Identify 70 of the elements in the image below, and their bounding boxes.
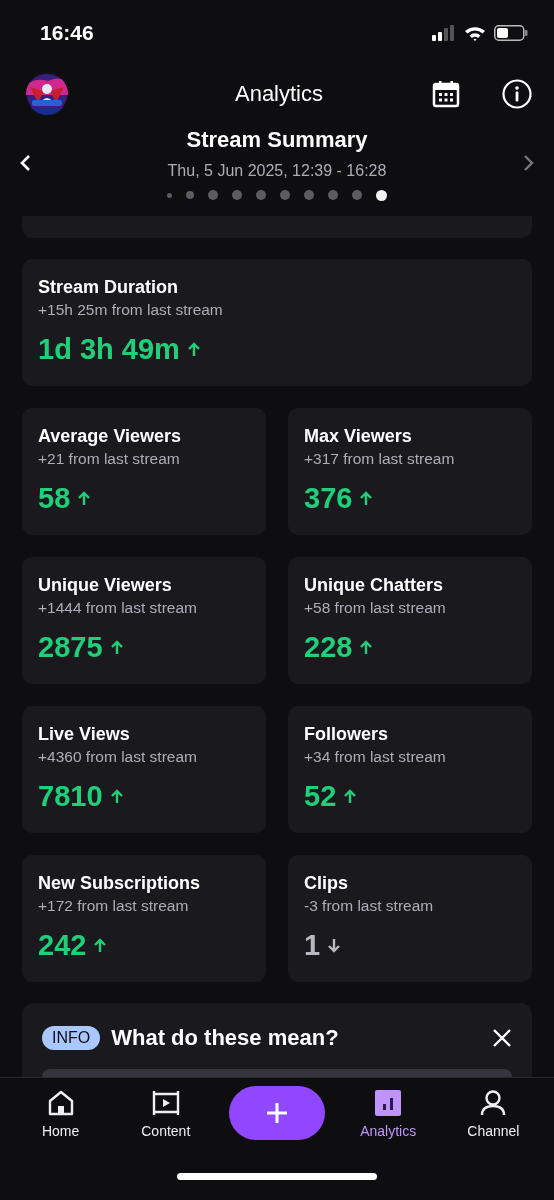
arrow-up-icon: [360, 639, 373, 655]
arrow-up-icon: [344, 788, 357, 804]
arrow-up-icon: [360, 490, 373, 506]
metric-change: +4360 from last stream: [38, 747, 198, 767]
metric-change: +21 from last stream: [38, 449, 181, 469]
person-icon: [479, 1089, 508, 1117]
nav-tab[interactable]: Analytics: [346, 1085, 431, 1143]
arrow-up-icon: [78, 490, 91, 506]
page-dot[interactable]: [328, 190, 338, 200]
metric-title: Stream Duration: [38, 276, 180, 299]
metric-value: 2875: [38, 630, 103, 665]
page-dot[interactable]: [280, 190, 290, 200]
info-title: What do these mean?: [111, 1025, 340, 1051]
metric-value: 242: [38, 928, 87, 963]
summary-title: Stream Summary: [186, 126, 368, 154]
metric-value: 1d 3h 49m: [38, 332, 180, 367]
metric-change: -3 from last stream: [304, 896, 435, 916]
plus-icon: [265, 1102, 288, 1124]
metric-value: 1: [304, 928, 321, 963]
close-icon[interactable]: [492, 1028, 512, 1048]
bar-chart-icon: [374, 1089, 403, 1117]
metric-title: Max Viewers: [304, 425, 413, 448]
metric-value: 7810: [38, 779, 103, 814]
metric-change: +34 from last stream: [304, 747, 447, 767]
metric-value: 228: [304, 630, 353, 665]
create-button[interactable]: [228, 1086, 325, 1140]
metric-change: +172 from last stream: [38, 896, 190, 916]
page-dot[interactable]: [167, 192, 172, 198]
page-dot[interactable]: [232, 190, 242, 200]
arrow-down-icon: [328, 937, 341, 953]
metric-value: 52: [304, 779, 337, 814]
arrow-up-icon: [110, 639, 123, 655]
info-badge: INFO: [42, 1026, 101, 1050]
stream-date: Thu, 5 Jun 2025, 12:39 - 16:28: [167, 161, 387, 181]
arrow-up-icon: [187, 341, 200, 357]
page-dot[interactable]: [186, 191, 194, 199]
metric-title: Live Views: [38, 723, 131, 746]
nav-tab[interactable]: Content: [123, 1085, 208, 1143]
metric-value: 376: [304, 481, 353, 516]
metric-title: Clips: [304, 872, 349, 895]
arrow-up-icon: [110, 788, 123, 804]
metric-title: Followers: [304, 723, 389, 746]
next-icon[interactable]: [522, 154, 536, 172]
page-dot[interactable]: [376, 189, 387, 201]
metric-value: 58: [38, 481, 71, 516]
battery-icon: [494, 25, 528, 41]
home-icon: [46, 1089, 75, 1117]
page-dot[interactable]: [352, 190, 362, 200]
metric-change: +58 from last stream: [304, 598, 447, 618]
calendar-icon[interactable]: [432, 80, 460, 108]
metric-title: Unique Chatters: [304, 574, 445, 597]
page-dot[interactable]: [208, 190, 218, 200]
metric-title: Average Viewers: [38, 425, 183, 448]
metric-change: +1444 from last stream: [38, 598, 198, 618]
nav-tab[interactable]: Home: [18, 1085, 103, 1143]
wifi-icon: [464, 25, 486, 41]
status-time: 16:46: [40, 21, 94, 45]
metric-title: New Subscriptions: [38, 872, 202, 895]
screen-title: Analytics: [233, 81, 324, 107]
signal-icon: [432, 25, 456, 41]
metric-title: Unique Viewers: [38, 574, 173, 597]
metric-change: +317 from last stream: [304, 449, 456, 469]
arrow-up-icon: [94, 937, 107, 953]
metric-change: +15h 25m from last stream: [38, 300, 224, 320]
page-dot[interactable]: [304, 190, 314, 200]
film-icon: [150, 1089, 181, 1117]
info-icon[interactable]: [502, 79, 532, 109]
page-dot[interactable]: [256, 190, 266, 200]
previous-icon[interactable]: [18, 154, 32, 172]
nav-tab[interactable]: Channel: [451, 1085, 536, 1143]
